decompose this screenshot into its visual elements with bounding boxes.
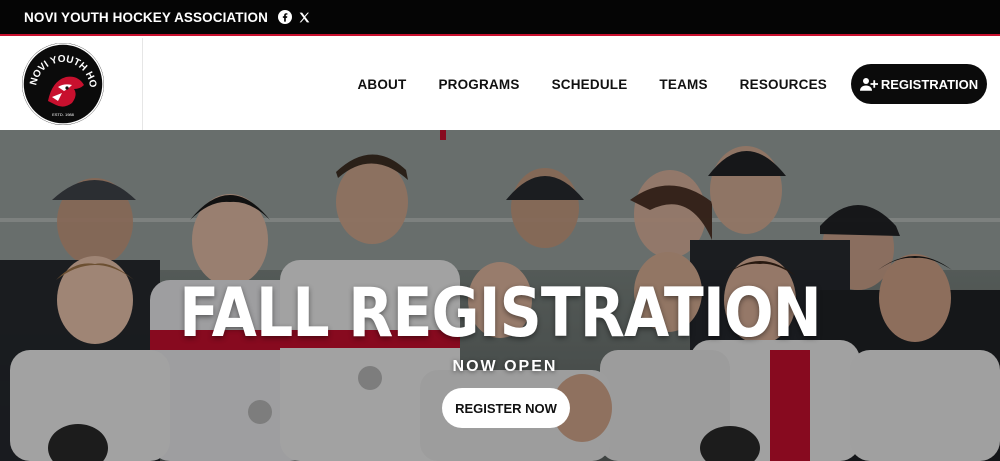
- register-now-button[interactable]: REGISTER NOW: [442, 388, 570, 428]
- social-links: [277, 10, 312, 24]
- site-header: NOVI YOUTH HOCKEY ESTD. 1988 ABOUT PROGR…: [0, 38, 1000, 130]
- main-nav: ABOUT PROGRAMS SCHEDULE TEAMS RESOURCES …: [357, 64, 987, 104]
- top-bar: NOVI YOUTH HOCKEY ASSOCIATION: [0, 0, 1000, 36]
- hero-banner: FALL REGISTRATION NOW OPEN REGISTER NOW: [0, 130, 1000, 461]
- nav-programs[interactable]: PROGRAMS: [438, 77, 519, 92]
- facebook-icon[interactable]: [277, 10, 292, 24]
- logo-link[interactable]: NOVI YOUTH HOCKEY ESTD. 1988: [0, 38, 143, 130]
- nav-schedule[interactable]: SCHEDULE: [552, 77, 628, 92]
- club-logo: NOVI YOUTH HOCKEY ESTD. 1988: [22, 43, 104, 125]
- nav-resources[interactable]: RESOURCES: [740, 77, 827, 92]
- registration-button[interactable]: REGISTRATION: [851, 64, 987, 104]
- user-plus-icon: [859, 77, 878, 91]
- logo-est: ESTD. 1988: [52, 112, 75, 117]
- x-icon[interactable]: [298, 10, 312, 24]
- registration-label: REGISTRATION: [880, 76, 979, 92]
- nav-about[interactable]: ABOUT: [357, 77, 406, 92]
- nav-teams[interactable]: TEAMS: [659, 77, 707, 92]
- hero-title: FALL REGISTRATION: [179, 274, 821, 353]
- hero-subtitle: NOW OPEN: [452, 358, 558, 375]
- org-name: NOVI YOUTH HOCKEY ASSOCIATION: [24, 9, 268, 25]
